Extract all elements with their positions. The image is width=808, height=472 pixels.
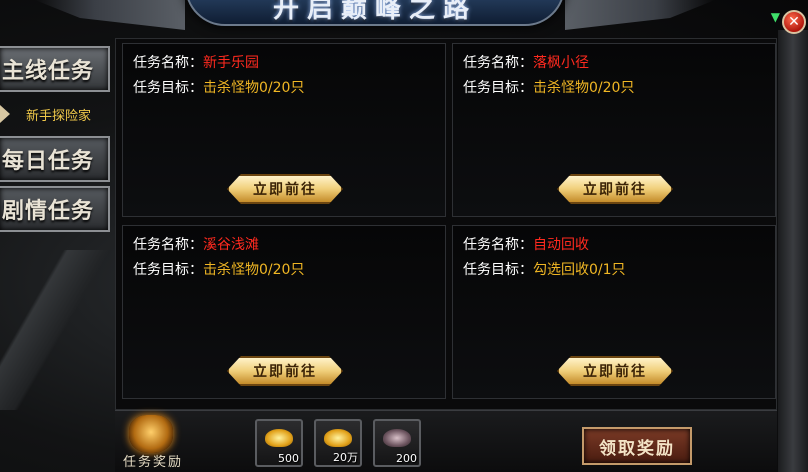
tab-label: 每日任务 — [2, 148, 95, 174]
quest-goal-line: 任务目标：击杀怪物0/20只 — [133, 261, 304, 279]
close-button[interactable]: ✕ — [782, 10, 806, 34]
go-now-button[interactable]: 立即前往 — [557, 356, 673, 386]
reward-bar: 任务奖励 500 20万 200 领取奖励 — [115, 410, 777, 472]
quest-goal: 击杀怪物0/20只 — [203, 262, 305, 278]
arrow-right-icon — [0, 105, 10, 123]
quest-name: 溪谷浅滩 — [203, 237, 259, 253]
quest-name-line: 任务名称：溪谷浅滩 — [133, 236, 259, 254]
quest-name: 落枫小径 — [533, 55, 589, 71]
tab-label: 主线任务 — [2, 58, 95, 84]
quest-name: 自动回收 — [533, 237, 589, 253]
go-now-button[interactable]: 立即前往 — [557, 174, 673, 204]
sub-item-label: 新手探险家 — [26, 108, 92, 124]
quest-goal-label: 任务目标： — [133, 262, 203, 278]
tab-story-quest[interactable]: 剧情任务 — [0, 186, 110, 232]
title-banner: 开启巅峰之路 — [185, 0, 565, 26]
reward-count: 500 — [278, 452, 299, 465]
chain-decoration — [0, 250, 120, 410]
reward-count: 200 — [396, 452, 417, 465]
reward-slot[interactable]: 500 — [255, 419, 303, 467]
quest-name-label: 任务名称： — [463, 237, 533, 253]
tab-label: 剧情任务 — [2, 198, 95, 224]
quest-goal-label: 任务目标： — [133, 80, 203, 96]
quest-name: 新手乐园 — [203, 55, 259, 71]
reward-emblem-icon — [129, 415, 173, 453]
quest-name-line: 任务名称：新手乐园 — [133, 54, 259, 72]
reward-title: 任务奖励 — [123, 455, 184, 470]
quest-goal: 勾选回收0/1只 — [533, 262, 626, 278]
tab-main-quest[interactable]: 主线任务 — [0, 46, 110, 92]
gold-ingot-icon — [265, 429, 293, 447]
reward-slot[interactable]: 200 — [373, 419, 421, 467]
quest-card: 任务名称：溪谷浅滩 任务目标：击杀怪物0/20只 立即前往 — [122, 225, 446, 399]
quest-name-label: 任务名称： — [463, 55, 533, 71]
sub-item-newbie-explorer[interactable]: 新手探险家 — [0, 96, 110, 132]
reward-count: 20万 — [333, 451, 358, 464]
quest-name-line: 任务名称：落枫小径 — [463, 54, 589, 72]
tab-daily-quest[interactable]: 每日任务 — [0, 136, 110, 182]
quest-panel: 任务名称：新手乐园 任务目标：击杀怪物0/20只 立即前往 任务名称：落枫小径 … — [115, 38, 777, 410]
quest-name-line: 任务名称：自动回收 — [463, 236, 589, 254]
quest-name-label: 任务名称： — [133, 55, 203, 71]
claim-reward-button[interactable]: 领取奖励 — [582, 427, 692, 465]
gold-pile-icon — [324, 429, 352, 447]
go-now-button[interactable]: 立即前往 — [227, 174, 343, 204]
close-icon: ✕ — [788, 14, 800, 30]
page-title: 开启巅峰之路 — [272, 0, 477, 24]
quest-card: 任务名称：新手乐园 任务目标：击杀怪物0/20只 立即前往 — [122, 43, 446, 217]
right-frame — [778, 30, 808, 472]
quest-goal-label: 任务目标： — [463, 80, 533, 96]
quest-card: 任务名称：落枫小径 任务目标：击杀怪物0/20只 立即前往 — [452, 43, 776, 217]
quest-card: 任务名称：自动回收 任务目标：勾选回收0/1只 立即前往 — [452, 225, 776, 399]
reward-slot[interactable]: 20万 — [314, 419, 362, 467]
quest-goal: 击杀怪物0/20只 — [203, 80, 305, 96]
quest-goal-line: 任务目标：击杀怪物0/20只 — [133, 79, 304, 97]
crystal-icon — [383, 429, 411, 447]
quest-name-label: 任务名称： — [133, 237, 203, 253]
quest-goal-label: 任务目标： — [463, 262, 533, 278]
go-now-button[interactable]: 立即前往 — [227, 356, 343, 386]
quest-goal: 击杀怪物0/20只 — [533, 80, 635, 96]
status-icon: ▼ — [770, 10, 780, 24]
quest-goal-line: 任务目标：勾选回收0/1只 — [463, 261, 626, 279]
quest-goal-line: 任务目标：击杀怪物0/20只 — [463, 79, 634, 97]
